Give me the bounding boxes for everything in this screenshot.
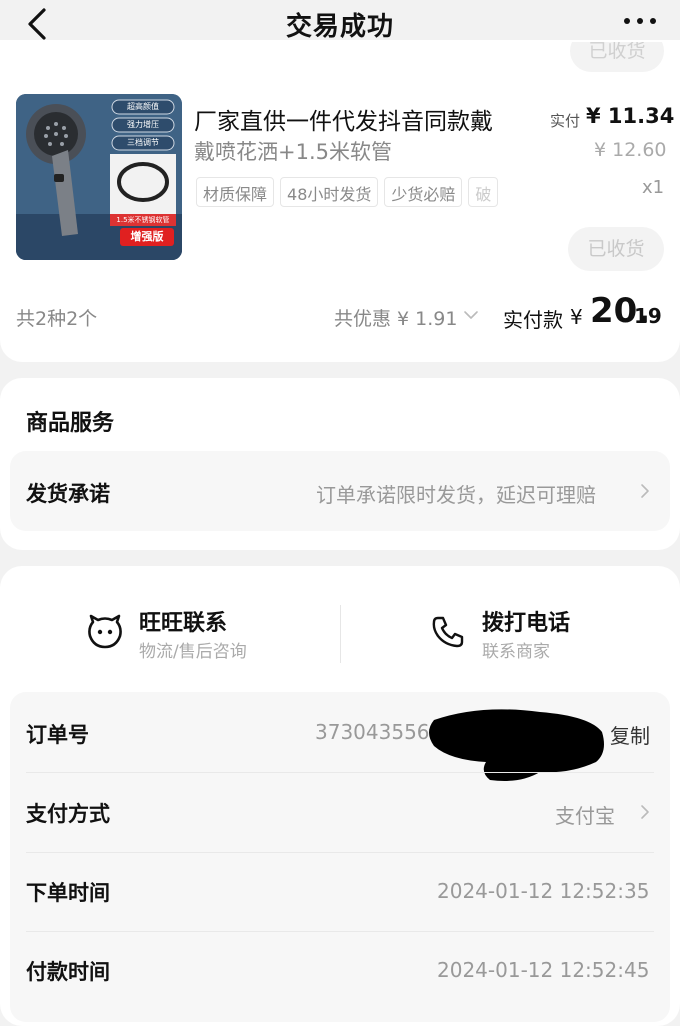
image-badge: 强力增压 xyxy=(127,120,159,129)
item-count: 共2种2个 xyxy=(16,308,98,330)
original-price: ¥ 12.60 xyxy=(594,139,667,161)
tag: 48小时发货 xyxy=(280,177,379,207)
more-dot xyxy=(637,18,643,24)
page-title: 交易成功 xyxy=(285,12,394,42)
payment-time-value: 2024-01-12 12:52:45 xyxy=(437,958,650,982)
row-divider xyxy=(26,852,654,853)
tag: 少货必赔 xyxy=(384,177,463,207)
copy-order-number-button[interactable]: 复制 xyxy=(610,720,650,749)
delivery-promise-label: 发货承诺 xyxy=(26,482,110,506)
row-divider xyxy=(26,772,654,773)
order-number-label: 订单号 xyxy=(26,723,89,747)
chevron-down-icon[interactable] xyxy=(462,306,480,324)
order-number-value: 373043556 xyxy=(315,720,430,744)
image-edition-label: 增强版 xyxy=(130,230,164,243)
tag: 材质保障 xyxy=(196,177,275,207)
product-tags: 材质保障 48小时发货 少货必赔 破 xyxy=(196,177,526,207)
image-badge: 三档调节 xyxy=(127,138,159,147)
product-title[interactable]: 厂家直供一件代发抖音同款戴 xyxy=(194,102,493,136)
paid-price: ¥ 11.34 xyxy=(586,104,675,128)
product-subtitle[interactable]: 戴喷花洒+1.5米软管 xyxy=(194,136,392,166)
more-options-button[interactable] xyxy=(624,18,656,24)
product-thumbnail[interactable]: 超高颜值 强力增压 三档调节 1.5米不锈钢软管 增强版 xyxy=(16,94,182,260)
image-hose-label: 1.5米不锈钢软管 xyxy=(116,216,170,224)
wangwang-contact-button[interactable]: 旺旺联系 xyxy=(139,605,227,637)
payment-method-value[interactable]: 支付宝 xyxy=(555,800,615,829)
order-time-value: 2024-01-12 12:52:35 xyxy=(437,879,650,903)
wangwang-face-icon[interactable] xyxy=(86,612,124,650)
image-badge: 超高颜值 xyxy=(127,102,159,111)
currency-symbol: ¥ xyxy=(570,305,583,329)
more-dot xyxy=(624,18,630,24)
discount-total[interactable]: 共优惠 ¥ 1.91 xyxy=(334,304,457,331)
chevron-right-icon xyxy=(641,484,649,498)
wangwang-contact-subtitle: 物流/售后咨询 xyxy=(139,642,247,662)
quantity: x1 xyxy=(642,177,665,198)
divider xyxy=(340,605,341,663)
call-seller-subtitle: 联系商家 xyxy=(482,642,550,662)
chevron-right-icon[interactable] xyxy=(636,803,654,821)
tag: 破 xyxy=(468,177,499,207)
row-divider xyxy=(26,931,654,932)
more-dot xyxy=(650,18,656,24)
total-paid-label: 实付款 xyxy=(503,308,563,332)
call-seller-button[interactable]: 拨打电话 xyxy=(482,605,570,637)
paid-label: 实付 xyxy=(550,112,581,130)
payment-time-label: 付款时间 xyxy=(26,960,110,984)
total-paid-decimal: 19 xyxy=(634,304,662,328)
phone-icon[interactable] xyxy=(430,614,466,650)
received-status-button[interactable]: 已收货 xyxy=(568,227,664,271)
service-title: 商品服务 xyxy=(26,411,115,436)
payment-method-label: 支付方式 xyxy=(26,802,110,826)
delivery-promise-value: 订单承诺限时发货，延迟可理赔 xyxy=(316,483,596,507)
order-time-label: 下单时间 xyxy=(26,881,110,905)
